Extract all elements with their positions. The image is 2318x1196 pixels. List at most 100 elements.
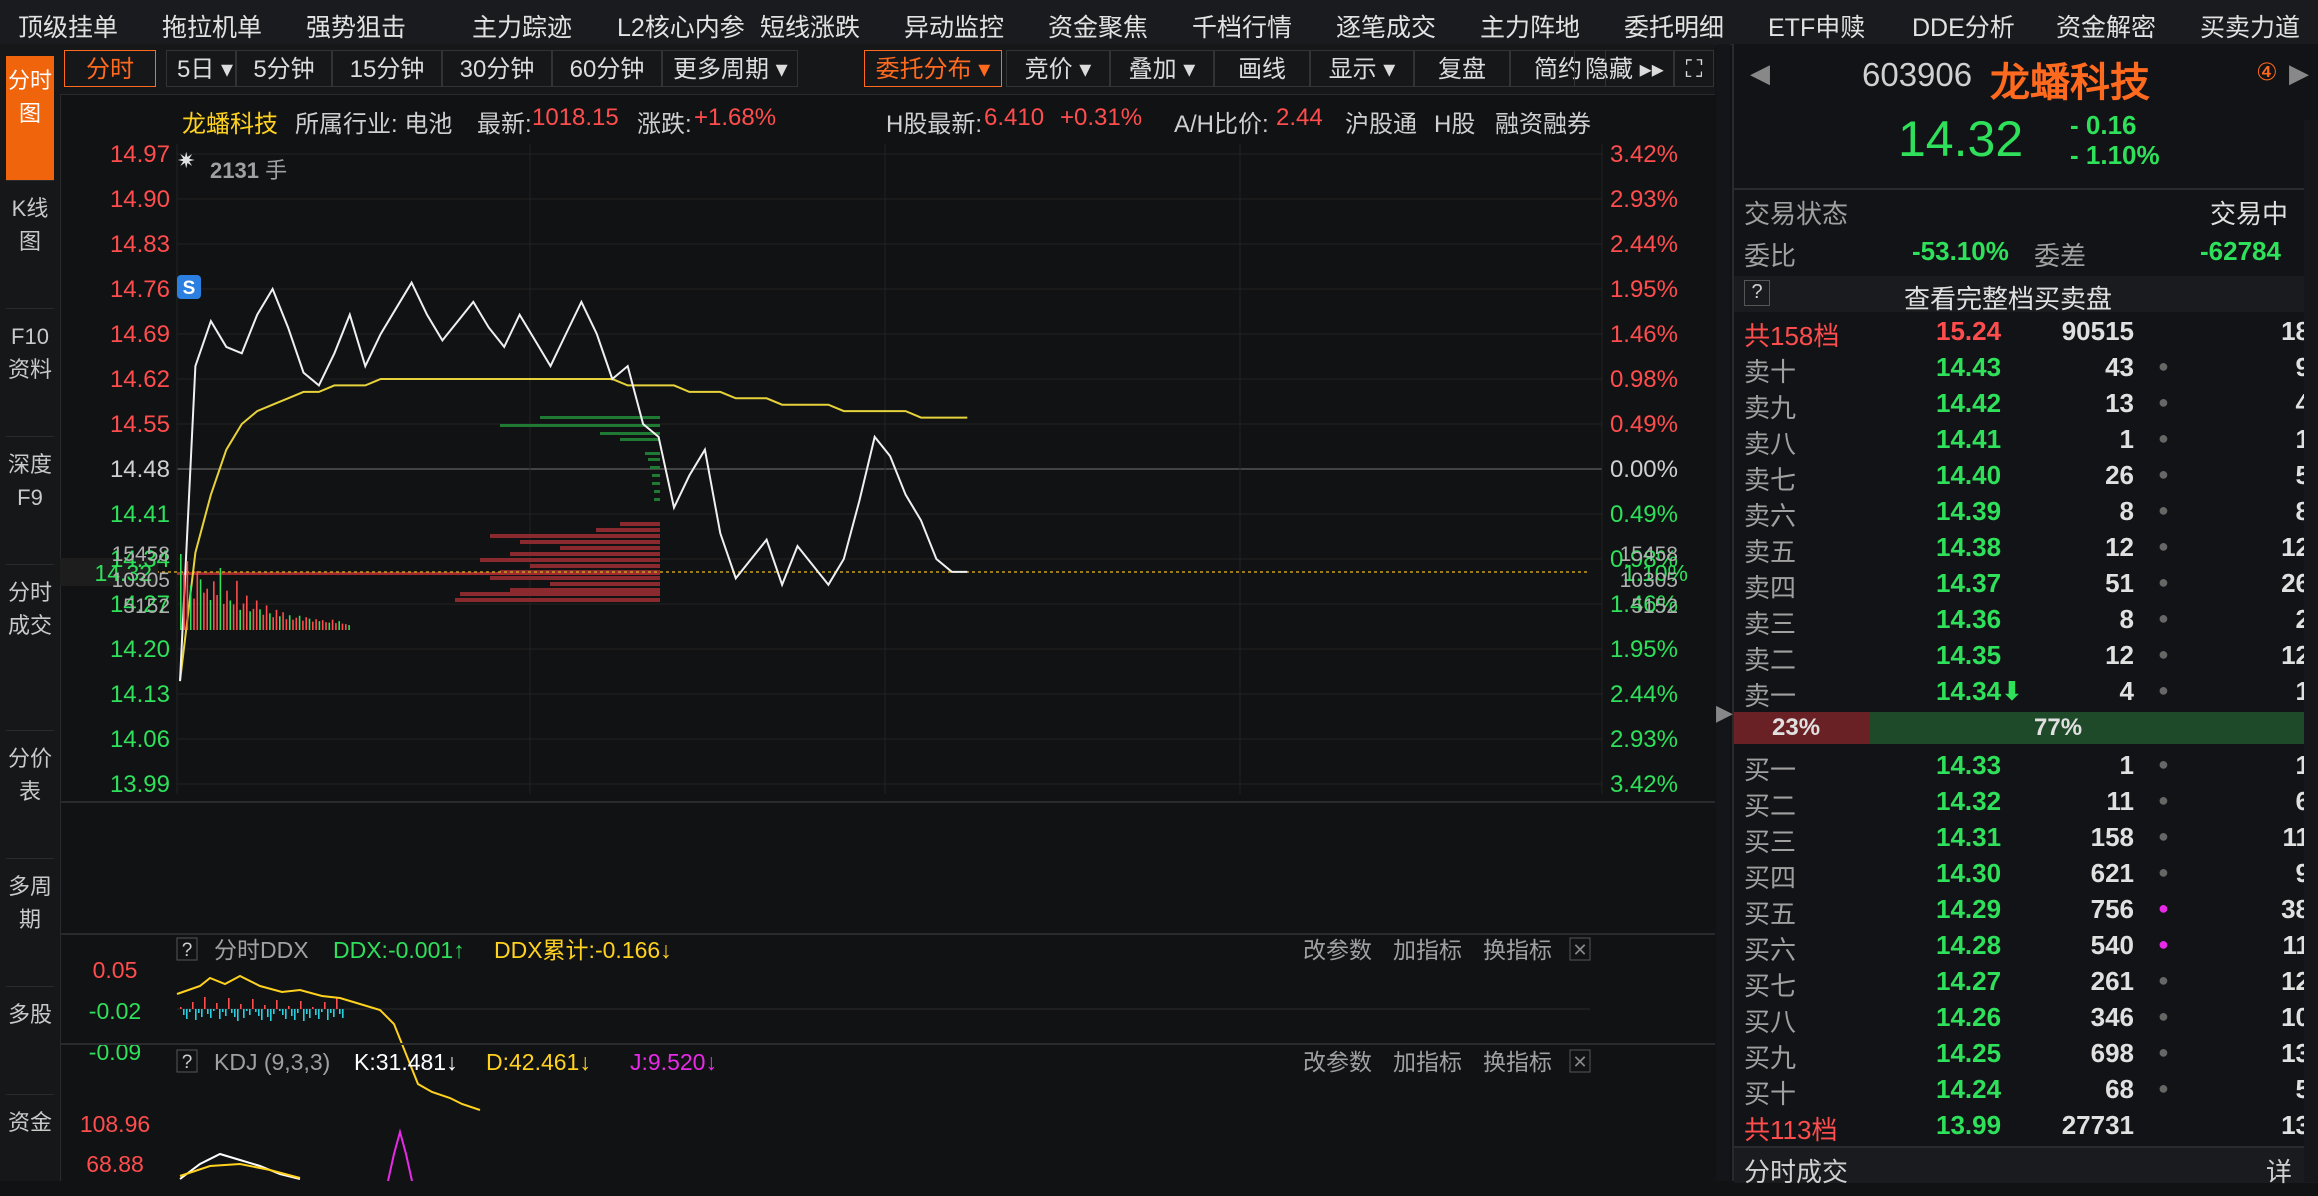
- menu-item[interactable]: 资金聚焦: [1048, 8, 1148, 44]
- buy-level-row[interactable]: 买八 14.26 346 ● 10: [1734, 1000, 2318, 1037]
- right-scrollbar[interactable]: [2304, 120, 2318, 1182]
- menu-item[interactable]: 逐笔成交: [1336, 8, 1436, 44]
- menu-item[interactable]: 强势狙击: [306, 8, 406, 44]
- menu-item[interactable]: 拖拉机单: [162, 8, 262, 44]
- menu-item[interactable]: ETF申赎: [1768, 8, 1865, 44]
- ddx-bar: [240, 1004, 242, 1009]
- menu-item[interactable]: 短线涨跌: [760, 8, 860, 44]
- menu-item[interactable]: 买卖力道: [2200, 8, 2300, 44]
- nav-price-table[interactable]: 分价表: [6, 734, 54, 859]
- sell-level-row[interactable]: 卖四 14.37 51 ● 26: [1734, 566, 2318, 603]
- tab-overlay[interactable]: 叠加 ▾: [1110, 50, 1214, 87]
- sell-level-row[interactable]: 卖二 14.35 12 ● 12: [1734, 638, 2318, 675]
- menu-item[interactable]: 异动监控: [904, 8, 1004, 44]
- nav-f10[interactable]: F10资料: [6, 312, 54, 437]
- menu-item[interactable]: 顶级挂单: [18, 8, 118, 44]
- panel-splitter[interactable]: [1716, 44, 1730, 1181]
- buy-level-row[interactable]: 买十 14.24 68 ● 5: [1734, 1072, 2318, 1109]
- sell-level-row[interactable]: 卖十 14.43 43 ● 9: [1734, 350, 2318, 387]
- detail-link[interactable]: 详: [2266, 1152, 2292, 1189]
- sell-total-row[interactable]: 共158档 15.24 90515 18: [1734, 314, 2318, 351]
- ddx-switch-indicator[interactable]: 换指标: [1483, 937, 1552, 963]
- ddx-edit-params[interactable]: 改参数: [1303, 937, 1372, 963]
- tab-60min[interactable]: 60分钟: [552, 50, 662, 87]
- chart-area[interactable]: 14.32 1.10% 14.97 14.90 14.83 14.76 14.69 14.…: [60, 134, 1715, 1182]
- timeshare-chart[interactable]: 14.32 1.10% 14.9714.9014.8314.7614.6914.…: [60, 134, 1715, 1182]
- trading-status-label: 交易状态: [1744, 199, 1849, 229]
- nav-multi-period[interactable]: 多周期: [6, 862, 54, 987]
- menu-item[interactable]: L2核心内参: [617, 8, 745, 44]
- volume-tick-right: 15458: [1620, 543, 1678, 566]
- buy-sell-ratio-bar: 23% 77%: [1734, 712, 2318, 744]
- ddx-bar: [288, 1006, 290, 1009]
- level-volume: 8: [2119, 496, 2134, 526]
- tab-hide[interactable]: 隐藏 ▸▸: [1574, 50, 1674, 87]
- nav-kline[interactable]: K线图: [6, 184, 54, 309]
- sell-level-row[interactable]: 卖一 14.34⬇ 4 ● 1: [1734, 674, 2318, 711]
- price-tick: 14.06: [110, 726, 170, 753]
- sell-level-row[interactable]: 卖八 14.41 1 ● 1: [1734, 422, 2318, 459]
- buy-level-row[interactable]: 买二 14.32 11 ● 6: [1734, 784, 2318, 821]
- full-book-link[interactable]: 查看完整档买卖盘: [1904, 279, 2112, 316]
- buy-level-row[interactable]: 买三 14.31 158 ● 11: [1734, 820, 2318, 857]
- level-price: 14.33: [1936, 750, 2002, 780]
- level-label: 买四: [1744, 863, 1797, 893]
- tab-display[interactable]: 显示 ▾: [1310, 50, 1414, 87]
- nav-timeshare[interactable]: 分时图: [6, 56, 54, 181]
- level-label: 买二: [1744, 791, 1797, 821]
- collapse-arrow-icon[interactable]: ▶: [1716, 700, 1733, 726]
- menu-item[interactable]: 资金解密: [2056, 8, 2156, 44]
- volume-bar: [265, 605, 268, 630]
- volume-bar: [328, 622, 331, 630]
- buy-level-row[interactable]: 买六 14.28 540 ● 11: [1734, 928, 2318, 965]
- sell-level-row[interactable]: 卖七 14.40 26 ● 5: [1734, 458, 2318, 495]
- sell-ratio: 23%: [1772, 714, 1821, 741]
- menu-item[interactable]: 千档行情: [1192, 8, 1292, 44]
- ddx-bar: [279, 1009, 281, 1011]
- fullscreen-icon[interactable]: ⛶: [1674, 50, 1714, 87]
- sell-level-row[interactable]: 卖三 14.36 8 ● 2: [1734, 602, 2318, 639]
- tab-auction[interactable]: 竞价 ▾: [1006, 50, 1110, 87]
- kdj-add-indicator[interactable]: 加指标: [1393, 1049, 1462, 1075]
- sell-level-row[interactable]: 卖六 14.39 8 ● 8: [1734, 494, 2318, 531]
- kdj-j-line: [387, 1128, 413, 1182]
- tab-timeshare[interactable]: 分时: [64, 50, 156, 87]
- tab-replay[interactable]: 复盘: [1414, 50, 1510, 87]
- buy-level-row[interactable]: 买七 14.27 261 ● 12: [1734, 964, 2318, 1001]
- nav-tick-trades[interactable]: 分时成交: [6, 568, 54, 731]
- buy-level-row[interactable]: 买九 14.25 698 ● 13: [1734, 1036, 2318, 1073]
- tab-5min[interactable]: 5分钟: [236, 50, 332, 87]
- kdj-switch-indicator[interactable]: 换指标: [1483, 1049, 1552, 1075]
- level-label: 买十: [1744, 1079, 1797, 1109]
- tab-more-periods[interactable]: 更多周期 ▾: [662, 50, 798, 87]
- menu-item[interactable]: 主力阵地: [1480, 8, 1580, 44]
- menu-item[interactable]: DDE分析: [1912, 8, 2015, 44]
- buy-level-row[interactable]: 买五 14.29 756 ● 38: [1734, 892, 2318, 929]
- next-stock-icon[interactable]: ▶: [2289, 58, 2309, 89]
- buy-total-row[interactable]: 共113档 13.99 27731 13: [1734, 1108, 2318, 1145]
- tab-15min[interactable]: 15分钟: [332, 50, 442, 87]
- nav-multi-stock[interactable]: 多股: [6, 990, 54, 1095]
- volume-bar: [219, 568, 222, 630]
- sell-level-row[interactable]: 卖九 14.42 13 ● 4: [1734, 386, 2318, 423]
- buy-level-row[interactable]: 买一 14.33 1 ● 1: [1734, 748, 2318, 785]
- sell-level-row[interactable]: 卖五 14.38 12 ● 12: [1734, 530, 2318, 567]
- nav-depth[interactable]: 深度F9: [6, 440, 54, 565]
- buy-level-row[interactable]: 买四 14.30 621 ● 9: [1734, 856, 2318, 893]
- tick-trades-header[interactable]: 分时成交 详: [1734, 1146, 2318, 1187]
- menu-item[interactable]: 委托明细: [1624, 8, 1724, 44]
- volume-axis: 15458 15458 10305 10305 5152 5152: [112, 543, 1678, 618]
- help-icon[interactable]: ?: [1744, 280, 1770, 306]
- full-book-bar[interactable]: ? 查看完整档买卖盘: [1734, 276, 2318, 314]
- menu-item[interactable]: 主力踪迹: [472, 8, 572, 44]
- ddx-add-indicator[interactable]: 加指标: [1393, 937, 1462, 963]
- tab-order-distribution[interactable]: 委托分布 ▾: [864, 50, 1002, 87]
- tab-draw-line[interactable]: 画线: [1214, 50, 1310, 87]
- nav-funds[interactable]: 资金: [6, 1098, 54, 1196]
- tab-30min[interactable]: 30分钟: [442, 50, 552, 87]
- tab-5day[interactable]: 5日 ▾: [166, 50, 236, 87]
- kdj-edit-params[interactable]: 改参数: [1303, 1049, 1372, 1075]
- badge-number[interactable]: ④: [2256, 58, 2278, 87]
- volume-bar: [348, 625, 350, 630]
- prev-stock-icon[interactable]: ◀: [1750, 58, 1770, 89]
